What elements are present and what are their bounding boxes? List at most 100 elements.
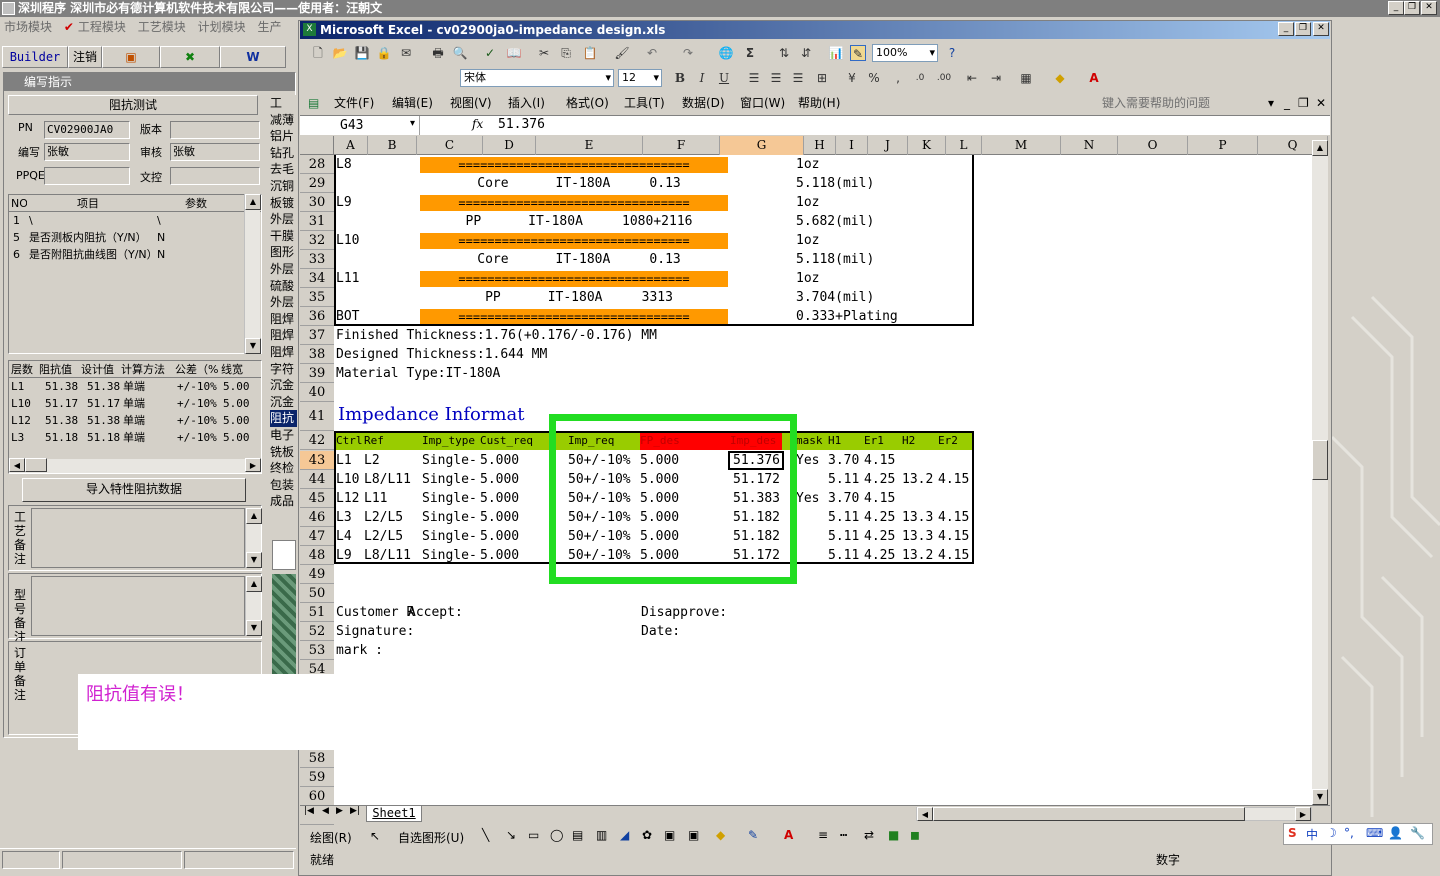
sheet-hscrollbar[interactable]: ◀ ▶: [916, 807, 1312, 821]
side-item[interactable]: 沉铜: [270, 178, 297, 195]
side-item[interactable]: 终检: [270, 460, 297, 477]
scroll-down-icon[interactable]: ▼: [1312, 789, 1328, 805]
side-item[interactable]: 外层: [270, 211, 297, 228]
control-field[interactable]: [170, 167, 260, 185]
sort-desc-icon[interactable]: ⇵: [798, 45, 814, 61]
scroll-thumb[interactable]: [1312, 440, 1328, 480]
menu-data[interactable]: 数据(D): [682, 93, 725, 113]
column-header-m[interactable]: M: [982, 136, 1061, 155]
diagram-icon[interactable]: ◢: [620, 828, 629, 842]
side-item[interactable]: 沉金: [270, 377, 297, 394]
draw-menu[interactable]: 绘图(R): [310, 829, 352, 846]
column-header-a[interactable]: A: [334, 136, 368, 155]
table-row[interactable]: L1 51.38 51.38 单端 +/-10% 5.00: [9, 378, 261, 395]
menu-format[interactable]: 格式(O): [566, 93, 609, 113]
pn-field[interactable]: CV02900JA0: [44, 121, 130, 139]
scroll-left-icon[interactable]: ◀: [917, 807, 933, 821]
line-style-icon[interactable]: ≡: [818, 828, 828, 842]
menu-file[interactable]: 文件(F): [334, 93, 374, 113]
drawing-icon[interactable]: ✎: [850, 45, 866, 61]
name-box[interactable]: G43: [300, 116, 420, 135]
side-item[interactable]: 硫酸: [270, 278, 297, 295]
side-item[interactable]: 阻焊: [270, 327, 297, 344]
side-input[interactable]: [272, 540, 296, 570]
permission-icon[interactable]: 🔒: [376, 45, 392, 61]
select-objects-icon[interactable]: ↖: [370, 829, 380, 843]
side-item[interactable]: 工: [270, 95, 297, 112]
scroll-down-icon[interactable]: ▼: [246, 552, 262, 568]
column-header-k[interactable]: K: [908, 136, 946, 155]
side-item[interactable]: 成品: [270, 493, 297, 510]
hyperlink-icon[interactable]: 🌐: [718, 45, 734, 61]
menu-plan[interactable]: 计划模块: [198, 20, 246, 34]
side-item[interactable]: 减薄: [270, 112, 297, 129]
row-header-47[interactable]: 47: [300, 527, 334, 546]
row-header-48[interactable]: 48: [300, 546, 334, 565]
row-header-35[interactable]: 35: [300, 288, 334, 307]
prev-sheet-icon[interactable]: ◀: [322, 806, 329, 816]
side-item[interactable]: 包装: [270, 477, 297, 494]
menu-view[interactable]: 视图(V): [450, 93, 492, 113]
menu-insert[interactable]: 插入(I): [508, 93, 545, 113]
row-header-50[interactable]: 50: [300, 584, 334, 603]
column-header-e[interactable]: E: [536, 136, 643, 155]
print-icon[interactable]: 🖶: [430, 45, 446, 61]
excel-close-icon[interactable]: ✕: [1313, 22, 1329, 36]
doc-close-icon[interactable]: ✕: [1316, 93, 1326, 113]
percent-icon[interactable]: %: [866, 70, 882, 86]
minimize-icon[interactable]: _: [1388, 1, 1404, 15]
side-item[interactable]: 图形: [270, 244, 297, 261]
side-item[interactable]: 铝片: [270, 128, 297, 145]
arrow-icon[interactable]: ↘: [506, 828, 516, 842]
keyboard-icon[interactable]: ⌨: [1366, 826, 1383, 840]
sheet-vscrollbar[interactable]: ▲ ▼: [1312, 140, 1328, 805]
row-header-31[interactable]: 31: [300, 212, 334, 231]
row-header-51[interactable]: 51: [300, 603, 334, 622]
doc-minimize-icon[interactable]: _: [1284, 93, 1290, 113]
ppt-icon[interactable]: ▣: [102, 46, 160, 68]
sogou-icon[interactable]: S: [1288, 826, 1297, 840]
first-sheet-icon[interactable]: |◀: [304, 806, 314, 816]
column-header-b[interactable]: B: [368, 136, 417, 155]
side-item[interactable]: 外层: [270, 294, 297, 311]
row-header-39[interactable]: 39: [300, 364, 334, 383]
scroll-right-icon[interactable]: ▶: [1295, 807, 1311, 821]
research-icon[interactable]: 📖: [506, 45, 522, 61]
side-item[interactable]: 阻抗: [270, 410, 297, 428]
menu-window[interactable]: 窗口(W): [740, 93, 785, 113]
row-header-42[interactable]: 42: [300, 431, 334, 450]
decrease-decimal-icon[interactable]: .00: [936, 70, 952, 86]
formula-input[interactable]: 51.376: [498, 117, 545, 132]
scroll-right-icon[interactable]: ▶: [245, 458, 261, 472]
ime-toolbar[interactable]: S 中 ☽ °, ⌨ 👤 🔧: [1283, 823, 1433, 845]
builder-button[interactable]: Builder: [2, 46, 68, 68]
menu-tools[interactable]: 工具(T): [624, 93, 665, 113]
column-header-n[interactable]: N: [1061, 136, 1118, 155]
side-item[interactable]: 干膜: [270, 228, 297, 245]
fill-color-icon[interactable]: ◆: [716, 828, 725, 842]
new-icon[interactable]: 🗋: [310, 45, 326, 61]
select-all-corner[interactable]: [300, 136, 334, 155]
table-row[interactable]: 6 是否附阻抗曲线图（Y/N） N: [9, 246, 261, 263]
table-row[interactable]: L12 51.38 51.38 单端 +/-10% 5.00: [9, 412, 261, 429]
next-sheet-icon[interactable]: ▶: [336, 806, 343, 816]
chevron-down-icon[interactable]: ▾: [1268, 93, 1274, 113]
textbox-icon[interactable]: ▤: [572, 828, 583, 842]
fx-icon[interactable]: fx: [472, 117, 483, 131]
chevron-down-icon[interactable]: ▾: [410, 118, 415, 129]
clipart-icon[interactable]: ✿: [642, 828, 652, 842]
redo-icon[interactable]: ↷: [680, 45, 696, 61]
comma-icon[interactable]: ,: [890, 70, 906, 86]
font-size-combo[interactable]: 12 ▾: [618, 69, 662, 87]
side-item[interactable]: 阻焊: [270, 311, 297, 328]
autosum-icon[interactable]: Σ: [742, 45, 758, 61]
table-row[interactable]: 1 \ \: [9, 212, 261, 229]
merge-center-icon[interactable]: ⊞: [814, 70, 830, 86]
column-header-g[interactable]: G: [720, 136, 804, 155]
currency-icon[interactable]: ¥: [844, 70, 860, 86]
side-item[interactable]: 钻孔: [270, 145, 297, 162]
wordart-icon[interactable]: ▥: [596, 828, 607, 842]
punct-icon[interactable]: °,: [1344, 826, 1354, 840]
scroll-up-icon[interactable]: ▲: [246, 508, 262, 524]
side-item[interactable]: 板镀: [270, 195, 297, 212]
